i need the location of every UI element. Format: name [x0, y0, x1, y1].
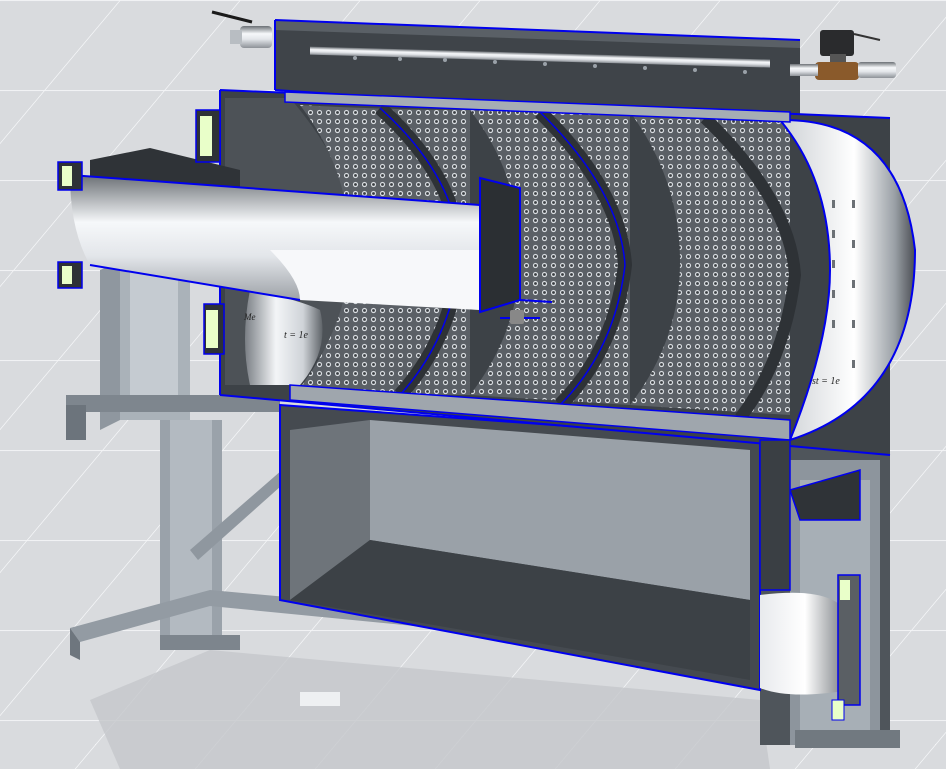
section-view-model[interactable]	[0, 0, 946, 769]
cad-viewport[interactable]: t = 1e st = 1e Me	[0, 0, 946, 769]
shadow-patch	[300, 692, 340, 706]
